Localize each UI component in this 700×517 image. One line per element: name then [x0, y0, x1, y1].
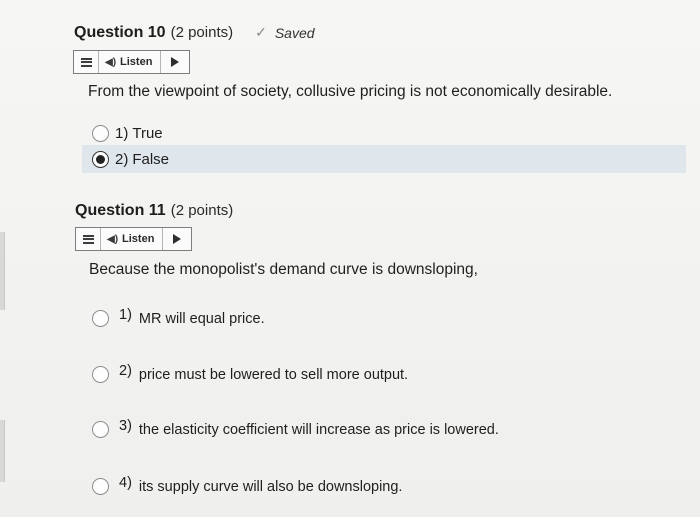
radio-button[interactable]	[92, 365, 109, 383]
speaker-icon: ◀︎)	[105, 56, 117, 68]
option-text: False	[132, 150, 170, 168]
listen-button[interactable]: ◀︎) Listen	[99, 51, 162, 73]
answer-option[interactable]: 4) its supply curve will also be downslo…	[92, 473, 402, 499]
option-text: True	[132, 124, 163, 142]
menu-icon	[82, 234, 94, 244]
answer-option[interactable]: 3) the elasticity coefficient will incre…	[92, 416, 499, 442]
question-11-header: Question 11 (2 points)	[75, 202, 233, 220]
option-text: the elasticity coefficient will increase…	[138, 422, 499, 438]
menu-icon	[80, 57, 92, 67]
question-prompt: From the viewpoint of society, collusive…	[88, 83, 613, 100]
listen-menu-button[interactable]	[76, 228, 101, 250]
listen-menu-button[interactable]	[74, 51, 99, 73]
listen-button[interactable]: ◀︎) Listen	[101, 228, 164, 250]
saved-status: ✓ Saved	[255, 24, 314, 41]
option-text: its supply curve will also be downslopin…	[138, 479, 403, 495]
saved-label: Saved	[274, 24, 315, 41]
answer-option[interactable]: 1) True	[82, 120, 686, 146]
question-prompt: Because the monopolist's demand curve is…	[89, 261, 478, 278]
answer-option[interactable]: 2) price must be lowered to sell more ou…	[92, 361, 408, 387]
listen-widget: ◀︎) Listen	[75, 227, 193, 251]
left-edge-marker	[0, 232, 5, 310]
radio-dot	[96, 154, 105, 164]
question-title: Question 10	[74, 24, 166, 41]
listen-label: Listen	[120, 56, 153, 68]
question-title: Question 11	[75, 202, 166, 219]
option-number: 1)	[119, 307, 132, 323]
question-points: (2 points)	[170, 202, 234, 219]
play-button[interactable]	[161, 51, 189, 73]
radio-button[interactable]	[92, 477, 109, 495]
listen-label: Listen	[122, 233, 155, 245]
radio-button[interactable]	[92, 124, 109, 142]
play-button[interactable]	[163, 228, 191, 250]
question-points: (2 points)	[170, 24, 234, 41]
option-number: 2)	[119, 363, 132, 379]
answer-option-selected[interactable]: 2) False	[82, 145, 686, 173]
option-number: 1)	[115, 124, 129, 142]
radio-button[interactable]	[92, 309, 109, 327]
checkmark-icon: ✓	[255, 24, 267, 40]
play-icon	[173, 234, 182, 244]
play-icon	[171, 57, 180, 67]
question-10-header: Question 10 (2 points) ✓ Saved	[74, 24, 315, 42]
speaker-icon: ◀︎)	[107, 233, 119, 245]
quiz-page: Question 10 (2 points) ✓ Saved ◀︎) Liste…	[0, 0, 700, 517]
option-text: MR will equal price.	[138, 311, 265, 327]
option-number: 3)	[119, 418, 132, 434]
option-number: 4)	[119, 475, 132, 491]
listen-widget: ◀︎) Listen	[73, 50, 191, 74]
option-text: price must be lowered to sell more outpu…	[138, 367, 409, 383]
answer-option[interactable]: 1) MR will equal price.	[92, 305, 265, 331]
option-number: 2)	[115, 150, 129, 168]
radio-button[interactable]	[92, 420, 109, 438]
left-edge-marker	[0, 420, 5, 482]
radio-button-checked[interactable]	[92, 150, 109, 168]
